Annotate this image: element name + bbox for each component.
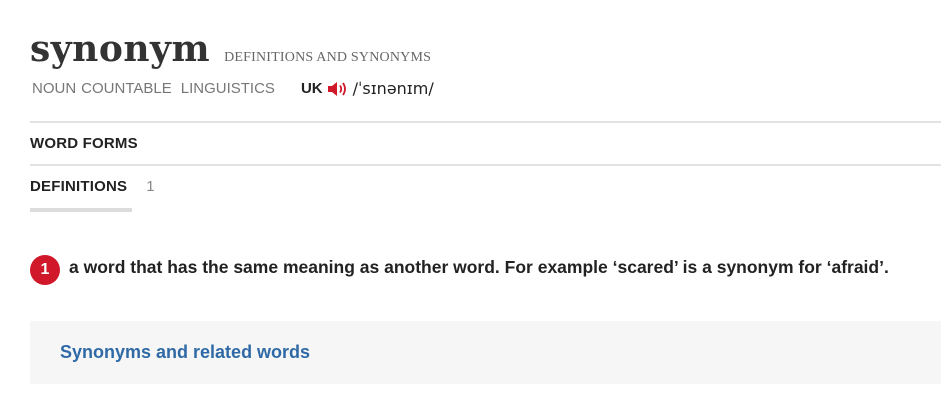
word-forms-toggle[interactable]: WORD FORMS <box>30 135 138 152</box>
definitions-count: 1 <box>146 178 155 195</box>
synonyms-related-link[interactable]: Synonyms and related words <box>60 342 310 363</box>
definitions-label: DEFINITIONS <box>30 178 128 195</box>
sense-number-badge: 1 <box>30 255 60 285</box>
headword-subtitle: DEFINITIONS AND SYNONYMS <box>224 50 432 65</box>
entry-meta: NOUN COUNTABLE LINGUISTICS UK /ˈsɪnənɪm/ <box>32 79 434 98</box>
headword: synonym <box>30 28 211 70</box>
sense-definition: a word that has the same meaning as anot… <box>69 257 889 277</box>
divider <box>30 121 941 123</box>
sense-item: 1 a word that has the same meaning as an… <box>30 255 935 285</box>
related-words-panel: Synonyms and related words <box>30 321 941 384</box>
speaker-icon[interactable] <box>327 80 349 98</box>
headword-row: synonym DEFINITIONS AND SYNONYMS <box>30 28 431 70</box>
grammar-label: COUNTABLE <box>81 80 172 97</box>
divider <box>30 164 941 166</box>
definitions-tab-underline <box>30 208 132 212</box>
definitions-tab[interactable]: DEFINITIONS 1 <box>30 178 155 195</box>
pronunciation: /ˈsɪnənɪm/ <box>352 79 434 98</box>
region-label: UK <box>300 80 323 97</box>
domain-label: LINGUISTICS <box>180 80 275 97</box>
part-of-speech: NOUN <box>32 80 77 97</box>
